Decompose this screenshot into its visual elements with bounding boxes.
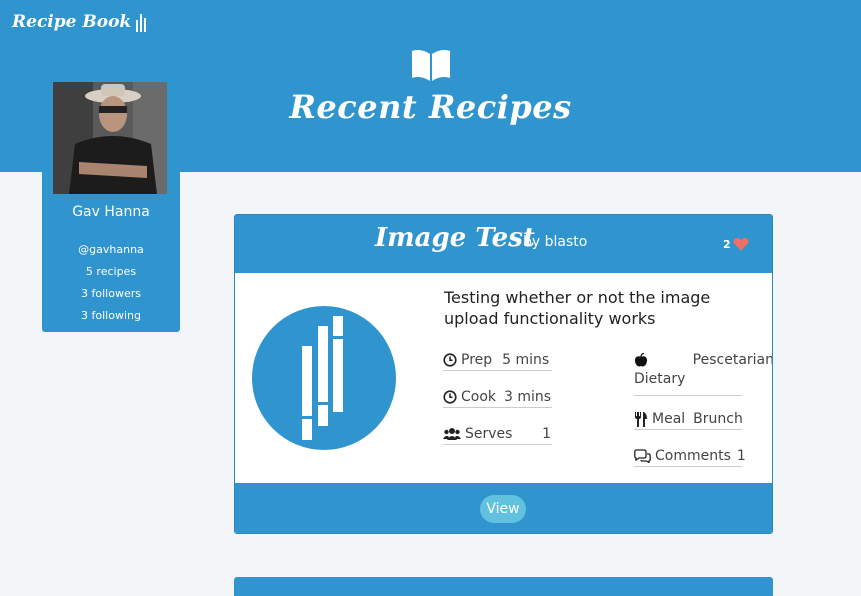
serves-value: 1: [542, 426, 551, 442]
likes-count: 2: [723, 237, 731, 251]
recipe-title[interactable]: Image Test: [375, 223, 535, 253]
like-button[interactable]: 2: [723, 237, 749, 251]
utensils-icon: [635, 411, 647, 427]
profile-handle[interactable]: @gavhanna: [42, 243, 180, 256]
prep-time: Prep 5 mins: [443, 352, 552, 371]
profile-card: Gav Hanna @gavhanna 5 recipes 3 follower…: [42, 81, 180, 332]
comments[interactable]: Comments 1: [634, 448, 746, 467]
prep-label: Prep: [461, 352, 493, 368]
cook-value: 3 mins: [504, 389, 552, 405]
recipe-card-footer: View: [235, 483, 772, 533]
apple-icon: [634, 352, 648, 366]
meal: Meal Brunch: [634, 411, 743, 430]
users-icon: [443, 428, 461, 440]
view-button[interactable]: View: [480, 495, 526, 523]
recipe-image: [252, 306, 396, 450]
avatar[interactable]: [53, 82, 167, 194]
prep-value: 5 mins: [502, 352, 550, 368]
cook-label: Cook: [461, 389, 497, 405]
profile-recipes-count[interactable]: 5 recipes: [42, 265, 180, 278]
clock-icon: [443, 390, 457, 404]
brand-name: Recipe Book: [12, 12, 132, 32]
profile-followers-count[interactable]: 3 followers: [42, 287, 180, 300]
meal-label: Meal: [652, 411, 686, 427]
comments-value: 1: [736, 448, 746, 464]
profile-following-count[interactable]: 3 following: [42, 309, 180, 322]
cook-time: Cook 3 mins: [443, 389, 552, 408]
serves-label: Serves: [465, 426, 513, 442]
recipe-card-header: Image Test by blasto 2: [235, 215, 772, 273]
meal-value: Brunch: [693, 411, 743, 427]
next-recipe-card: [234, 577, 773, 596]
recipe-card: Image Test by blasto 2 Testing whether o…: [234, 214, 773, 534]
dietary: Pescetarian Dietary: [634, 352, 772, 396]
brand-logo-icon: [136, 12, 147, 32]
heart-icon: [733, 238, 749, 251]
page-title-text: Recent Recipes: [289, 88, 572, 126]
brand-link[interactable]: Recipe Book: [12, 12, 147, 32]
recipe-logo-icon: [300, 316, 345, 440]
dietary-label: Dietary: [634, 371, 686, 387]
comments-label: Comments: [655, 448, 731, 464]
recipe-author[interactable]: by blasto: [523, 234, 587, 250]
comments-icon: [634, 449, 651, 463]
profile-name: Gav Hanna: [72, 204, 150, 220]
serves: Serves 1: [443, 426, 552, 445]
dietary-value: Pescetarian: [692, 352, 773, 368]
clock-icon: [443, 353, 457, 367]
recipe-description: Testing whether or not the image upload …: [444, 288, 711, 328]
open-book-icon: [412, 50, 450, 81]
